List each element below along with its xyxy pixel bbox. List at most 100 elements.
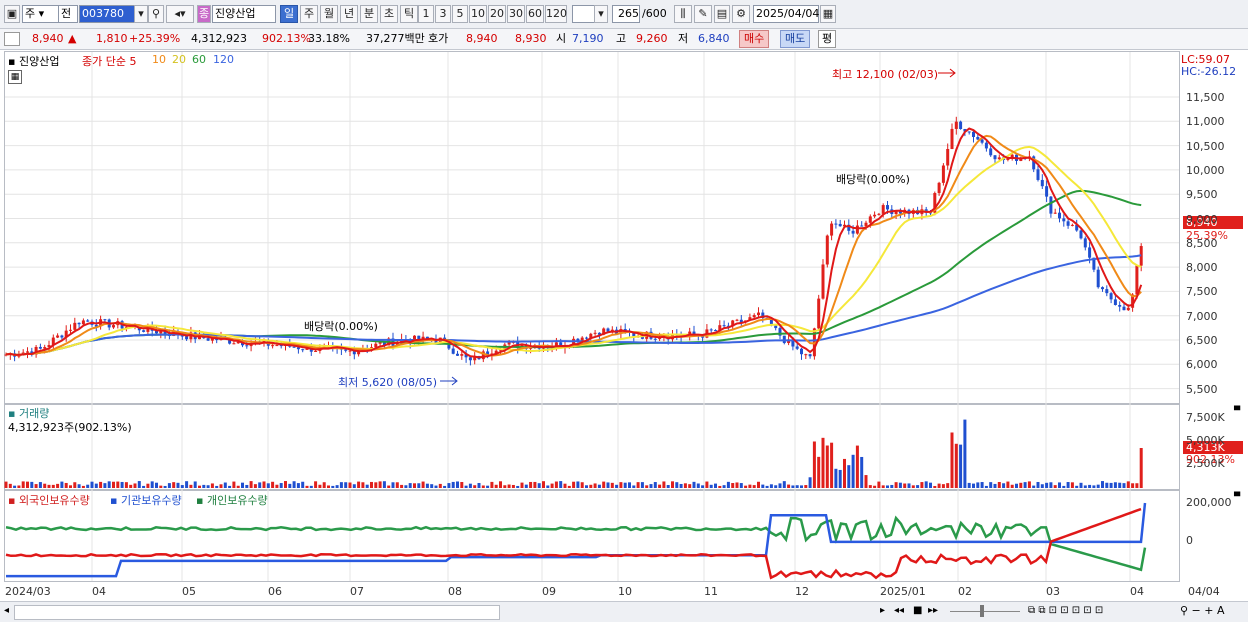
x-tick: 12: [795, 585, 809, 598]
candle-body: [1083, 238, 1087, 248]
volume-bar: [1066, 482, 1070, 488]
last-icon[interactable]: ▸▸: [928, 605, 938, 616]
volume-bar: [34, 484, 38, 488]
candle-body: [976, 136, 980, 140]
scroll-thumb[interactable]: [14, 605, 500, 620]
volume-bar: [580, 482, 584, 488]
volume-bar: [597, 484, 601, 488]
volume-bar: [499, 481, 502, 488]
candle-body: [804, 354, 808, 356]
volume-bar: [146, 483, 150, 488]
volume-bar: [675, 482, 679, 488]
volume-bar: [180, 485, 184, 488]
volume-bar: [193, 481, 197, 488]
stop-icon[interactable]: ■: [913, 605, 922, 616]
volume-bar: [202, 484, 206, 488]
volume-bar: [447, 483, 451, 488]
volume-bar: [361, 482, 365, 488]
volume-bar: [124, 482, 128, 488]
candle-body: [941, 165, 945, 183]
maximize-icon[interactable]: ▀: [1234, 492, 1240, 501]
candle-body: [1049, 196, 1053, 214]
scroll-right-icon[interactable]: ▸: [880, 605, 885, 616]
volume-bar: [1040, 484, 1044, 488]
volume-bar: [606, 482, 610, 488]
volume-bar: [73, 482, 77, 488]
candle-body: [185, 336, 189, 340]
volume-bar: [344, 482, 348, 488]
x-tick: 04: [1130, 585, 1144, 598]
volume-bar: [64, 482, 68, 488]
volume-bar: [726, 481, 730, 488]
volume-bar: [438, 483, 442, 488]
candle-body: [989, 148, 993, 156]
volume-bar: [929, 482, 932, 488]
volume-bar: [486, 485, 490, 488]
volume-bar: [309, 485, 313, 488]
volume-bar: [331, 485, 335, 488]
candle-body: [782, 335, 786, 344]
volume-bar: [787, 484, 791, 488]
volume-bar: [628, 482, 631, 488]
candle-body: [735, 319, 739, 321]
volume-bar: [460, 481, 464, 488]
candle-body: [834, 223, 838, 225]
volume-bar: [1101, 481, 1104, 488]
volume-bar: [1075, 485, 1079, 488]
candle-body: [954, 121, 958, 129]
maximize-icon[interactable]: ▀: [1234, 406, 1240, 415]
table-icon[interactable]: ▦: [8, 70, 22, 84]
volume-bar: [17, 485, 21, 488]
volume-bar: [688, 484, 692, 488]
candle-body: [112, 325, 115, 328]
tools-icon[interactable]: ⧉ ⧉ ⊡ ⊡ ⊡ ⊡ ⊡: [1028, 605, 1103, 616]
legend-ma10: 10: [152, 53, 166, 66]
legend-ma5: 종가 단순 5: [82, 55, 137, 68]
candle-body: [972, 131, 975, 137]
volume-bar: [1105, 482, 1109, 488]
volume-bar: [1070, 482, 1074, 488]
volume-bar: [533, 481, 537, 488]
volume-bar: [120, 481, 124, 488]
volume-bar: [494, 484, 498, 488]
y-tick: 6,500: [1186, 334, 1218, 347]
volume-bar: [249, 481, 253, 488]
candle-body: [275, 345, 279, 347]
dividend-note-1: 배당락(0.00%): [304, 320, 378, 333]
volume-bar: [1079, 482, 1083, 488]
volume-bar: [1023, 482, 1027, 488]
volume-bar: [511, 484, 515, 488]
scroll-left-icon[interactable]: ◂: [4, 605, 9, 616]
volume-bar: [821, 437, 825, 488]
candle-body: [877, 213, 881, 215]
scroll-bar[interactable]: ◂ ▸ ◂◂ ■ ▸▸ ⧉ ⧉ ⊡ ⊡ ⊡ ⊡ ⊡ ⚲ − + A: [0, 601, 1248, 622]
legend-individual-text: 개인보유수량: [206, 494, 268, 507]
zoom-icon[interactable]: ⚲ − + A: [1180, 604, 1225, 617]
volume-bar: [219, 484, 223, 488]
volume-bar: [610, 482, 614, 488]
volume-bar: [937, 483, 941, 488]
candle-body: [821, 264, 825, 299]
volume-bar: [692, 481, 696, 488]
volume-bar: [262, 481, 266, 488]
volume-bar: [365, 484, 369, 488]
zoom-slider-handle[interactable]: [980, 605, 984, 617]
volume-bar: [559, 481, 563, 488]
volume-bar: [572, 481, 576, 488]
dividend-note-2: 배당락(0.00%): [836, 173, 910, 186]
legend-ma120: 120: [213, 53, 234, 66]
volume-bar: [1036, 481, 1040, 488]
volume-bar: [241, 482, 244, 488]
volume-bar: [946, 483, 950, 488]
candle-body: [142, 330, 146, 332]
volume-bar: [894, 482, 898, 488]
candle-body: [451, 348, 455, 354]
volume-bar: [593, 483, 597, 488]
zoom-slider[interactable]: [950, 611, 1020, 612]
first-icon[interactable]: ◂◂: [894, 605, 904, 616]
x-tick: 10: [618, 585, 632, 598]
volume-bar: [490, 481, 494, 488]
volume-bar: [877, 481, 881, 488]
y-tick: 11,500: [1186, 91, 1225, 104]
candle-body: [997, 157, 1001, 160]
